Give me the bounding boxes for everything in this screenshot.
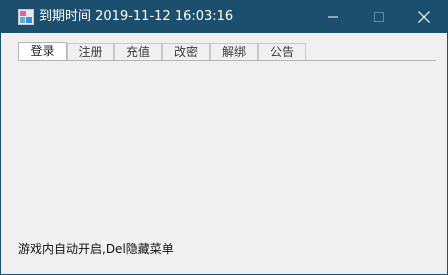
close-button[interactable] xyxy=(401,1,447,33)
tab-login[interactable]: 登录 xyxy=(18,42,67,61)
title-bar[interactable]: 到期时间 2019-11-12 16:03:16 xyxy=(1,1,447,33)
close-icon xyxy=(418,11,430,23)
tab-register[interactable]: 注册 xyxy=(67,43,114,60)
tab-announcement[interactable]: 公告 xyxy=(258,43,306,60)
minimize-button[interactable] xyxy=(310,1,356,33)
tab-divider xyxy=(18,60,436,61)
status-text: 游戏内自动开启,Del隐藏菜单 xyxy=(18,242,174,256)
maximize-icon xyxy=(374,12,384,22)
maximize-button[interactable] xyxy=(356,1,402,33)
window-title: 到期时间 2019-11-12 16:03:16 xyxy=(39,9,234,24)
app-window: 到期时间 2019-11-12 16:03:16 登录 注册 充值 改密 解绑 … xyxy=(0,0,448,275)
app-icon xyxy=(18,9,34,25)
minimize-icon xyxy=(328,16,338,18)
tab-unbind[interactable]: 解绑 xyxy=(210,43,258,60)
tab-recharge[interactable]: 充值 xyxy=(114,43,162,60)
tab-change-password[interactable]: 改密 xyxy=(162,43,210,60)
